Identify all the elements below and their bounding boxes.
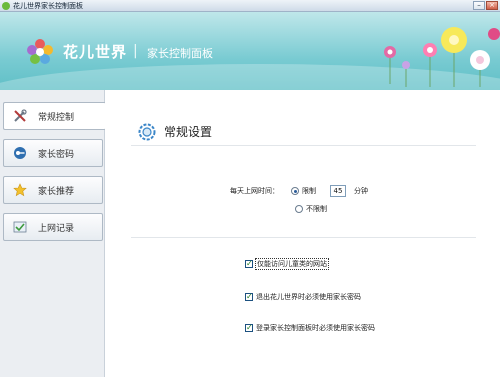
flower-logo-icon [27, 39, 53, 64]
kids-sites-only-checkbox[interactable] [245, 259, 253, 268]
sidebar-item-label: 家长密码 [38, 149, 75, 160]
daily-time-label: 每天上网时间： [230, 187, 279, 195]
sidebar: 常规控制 家长密码 家长推荐 上网记录 [0, 90, 106, 377]
panel-login-password-checkbox[interactable] [245, 323, 253, 332]
title-bar: 花儿世界家长控制面板 – × [0, 0, 500, 12]
daily-time-row: 每天上网时间： 限制 45 分钟 [230, 185, 368, 197]
panel-subtitle: 家长控制面板 [147, 47, 213, 60]
sidebar-item-parent-password[interactable]: 家长密码 [3, 139, 103, 167]
sidebar-item-parent-recommend[interactable]: 家长推荐 [3, 176, 103, 204]
sidebar-item-browsing-history[interactable]: 上网记录 [3, 213, 103, 241]
limit-radio-label[interactable]: 限制 [302, 186, 316, 196]
brand-name: 花儿世界 [63, 43, 128, 61]
minimize-button[interactable]: – [473, 1, 485, 10]
sidebar-item-label: 家长推荐 [38, 186, 75, 197]
settings-gear-icon [138, 123, 156, 141]
window-controls: – × [473, 1, 498, 10]
section-title: 常规设置 [164, 125, 213, 139]
option-row: 登录家长控制面板时必须使用家长密码 [245, 323, 375, 333]
key-icon [12, 145, 28, 161]
header-banner: 花儿世界 | 家长控制面板 [0, 12, 500, 90]
window-title: 花儿世界家长控制面板 [13, 2, 83, 10]
star-icon [12, 182, 28, 198]
wrench-screwdriver-icon [12, 108, 28, 124]
close-button[interactable]: × [486, 1, 498, 10]
divider [131, 237, 476, 238]
panel-login-password-label[interactable]: 登录家长控制面板时必须使用家长密码 [256, 323, 375, 333]
limit-radio[interactable] [291, 187, 299, 195]
exit-password-label[interactable]: 退出花儿世界时必须使用家长密码 [256, 292, 361, 302]
sidebar-item-label: 上网记录 [38, 223, 75, 234]
exit-password-checkbox[interactable] [245, 292, 253, 301]
kids-sites-only-label[interactable]: 仅能访问儿童类的网站 [255, 258, 329, 270]
unlimited-radio-label[interactable]: 不限制 [306, 204, 327, 214]
minutes-unit-label: 分钟 [354, 187, 368, 195]
option-row: 退出花儿世界时必须使用家长密码 [245, 292, 361, 302]
main-content: 常规设置 每天上网时间： 限制 45 分钟 不限制 仅能访问儿童类的网站 退出花… [105, 90, 500, 377]
unlimited-radio[interactable] [295, 205, 303, 213]
brand-separator: | [133, 43, 138, 59]
sidebar-item-general-control[interactable]: 常规控制 [3, 102, 106, 130]
option-row: 仅能访问儿童类的网站 [245, 258, 329, 270]
sidebar-item-label: 常规控制 [38, 112, 75, 123]
app-icon [2, 2, 10, 10]
divider [131, 145, 476, 146]
flowers-decoration-icon [384, 27, 500, 87]
record-icon [12, 219, 28, 235]
minutes-input[interactable]: 45 [330, 185, 346, 197]
unlimited-row: 不限制 [295, 204, 327, 214]
